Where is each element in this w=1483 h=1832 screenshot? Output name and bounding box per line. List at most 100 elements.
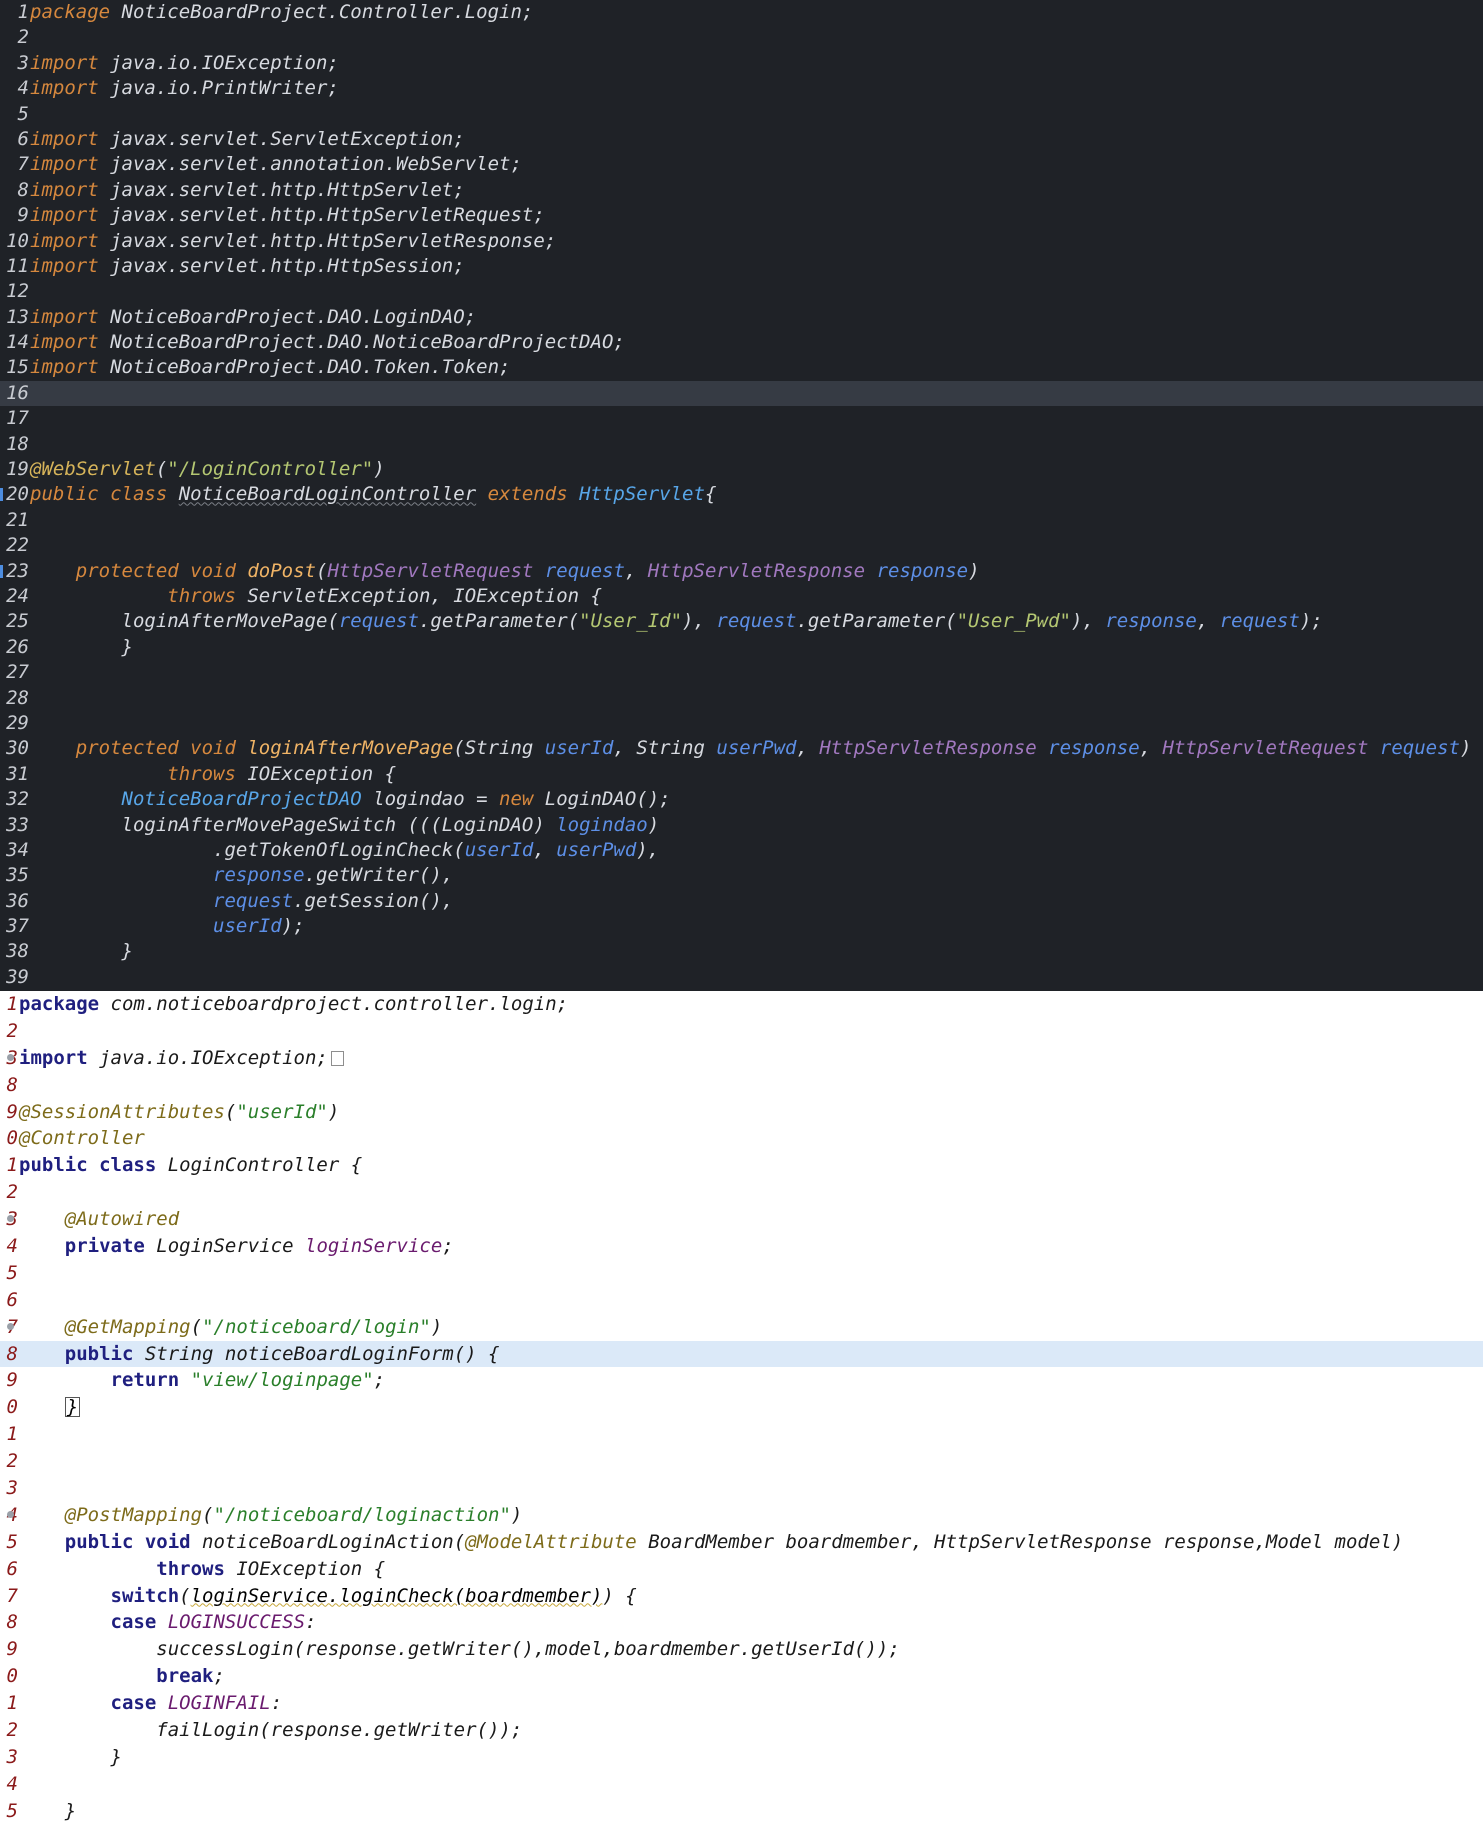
code-line[interactable]: 7import javax.servlet.annotation.WebServ…	[0, 152, 1483, 177]
code-text[interactable]: protected void doPost(HttpServletRequest…	[29, 559, 980, 584]
code-line[interactable]: 2 failLogin(response.getWriter());	[0, 1717, 1483, 1744]
code-text[interactable]: import java.io.PrintWriter;	[29, 76, 339, 101]
code-text[interactable]: switch(loginService.loginCheck(boardmemb…	[18, 1583, 637, 1610]
fold-marker-icon[interactable]	[7, 1322, 14, 1330]
code-line[interactable]: 5	[0, 102, 1483, 127]
code-text[interactable]: import javax.servlet.http.HttpServletRes…	[29, 229, 556, 254]
code-line[interactable]: 1public class LoginController {	[0, 1152, 1483, 1179]
code-text[interactable]: public String noticeBoardLoginForm() {	[18, 1341, 500, 1368]
code-text[interactable]: import NoticeBoardProject.DAO.LoginDAO;	[29, 305, 476, 330]
code-line[interactable]: 3 }	[0, 1744, 1483, 1771]
code-text[interactable]: import NoticeBoardProject.DAO.Token.Toke…	[29, 355, 510, 380]
code-text[interactable]: import javax.servlet.http.HttpSession;	[29, 254, 465, 279]
code-line[interactable]: 7 @GetMapping("/noticeboard/login")	[0, 1314, 1483, 1341]
code-text[interactable]: loginAfterMovePage(request.getParameter(…	[29, 609, 1323, 634]
code-line[interactable]: 5 public void noticeBoardLoginAction(@Mo…	[0, 1529, 1483, 1556]
code-text[interactable]: @PostMapping("/noticeboard/loginaction")	[18, 1502, 523, 1529]
code-text[interactable]: return "view/loginpage";	[18, 1367, 386, 1394]
code-text[interactable]: throws IOException {	[29, 762, 396, 787]
code-line[interactable]: 0 break;	[0, 1663, 1483, 1690]
code-text[interactable]: public class NoticeBoardLoginController …	[29, 482, 716, 507]
code-line[interactable]: 24 throws ServletException, IOException …	[0, 584, 1483, 609]
code-text[interactable]: package com.noticeboardproject.controlle…	[18, 991, 568, 1018]
code-line[interactable]: 22	[0, 533, 1483, 558]
code-line[interactable]: 28	[0, 686, 1483, 711]
code-line[interactable]: 2	[0, 1448, 1483, 1475]
code-line[interactable]: 9import javax.servlet.http.HttpServletRe…	[0, 203, 1483, 228]
code-line[interactable]: 29	[0, 711, 1483, 736]
code-line[interactable]: 20public class NoticeBoardLoginControlle…	[0, 482, 1483, 507]
code-line[interactable]: 34 .getTokenOfLoginCheck(userId, userPwd…	[0, 838, 1483, 863]
code-line[interactable]: 4import java.io.PrintWriter;	[0, 76, 1483, 101]
code-text[interactable]: }	[18, 1744, 122, 1771]
code-text[interactable]: failLogin(response.getWriter());	[18, 1717, 522, 1744]
code-line[interactable]: 3	[0, 1475, 1483, 1502]
code-line[interactable]: 37 userId);	[0, 914, 1483, 939]
code-line[interactable]: 7 switch(loginService.loginCheck(boardme…	[0, 1583, 1483, 1610]
code-text[interactable]: @SessionAttributes("userId")	[18, 1099, 339, 1126]
code-line[interactable]: 0@Controller	[0, 1125, 1483, 1152]
code-text[interactable]: response.getWriter(),	[29, 863, 453, 888]
code-line[interactable]: 2	[0, 25, 1483, 50]
code-line[interactable]: 6 throws IOException {	[0, 1556, 1483, 1583]
code-line[interactable]: 9 return "view/loginpage";	[0, 1367, 1483, 1394]
code-text[interactable]: package NoticeBoardProject.Controller.Lo…	[29, 0, 533, 25]
code-line[interactable]: 14import NoticeBoardProject.DAO.NoticeBo…	[0, 330, 1483, 355]
code-line[interactable]: 1package com.noticeboardproject.controll…	[0, 991, 1483, 1018]
code-line[interactable]: 27	[0, 660, 1483, 685]
code-text[interactable]: @GetMapping("/noticeboard/login")	[18, 1314, 443, 1341]
code-text[interactable]: }	[29, 635, 133, 660]
override-marker-icon[interactable]	[0, 488, 3, 502]
code-line[interactable]: 19@WebServlet("/LoginController")	[0, 457, 1483, 482]
code-line[interactable]: 8 case LOGINSUCCESS:	[0, 1609, 1483, 1636]
code-text[interactable]: }	[18, 1798, 76, 1825]
code-text[interactable]: successLogin(response.getWriter(),model,…	[18, 1636, 900, 1663]
code-line[interactable]: 4 private LoginService loginService;	[0, 1233, 1483, 1260]
code-text[interactable]: break;	[18, 1663, 225, 1690]
code-line[interactable]: 9@SessionAttributes("userId")	[0, 1099, 1483, 1126]
code-line[interactable]: 6import javax.servlet.ServletException;	[0, 127, 1483, 152]
code-text[interactable]: import javax.servlet.http.HttpServlet;	[29, 178, 465, 203]
code-text[interactable]: import java.io.IOException;	[18, 1045, 344, 1072]
code-line[interactable]: 5 }	[0, 1798, 1483, 1825]
code-line[interactable]: 4	[0, 1771, 1483, 1798]
code-text[interactable]: userId);	[29, 914, 305, 939]
code-line[interactable]: 35 response.getWriter(),	[0, 863, 1483, 888]
code-line[interactable]: 18	[0, 432, 1483, 457]
code-line[interactable]: 26 }	[0, 635, 1483, 660]
code-text[interactable]: import javax.servlet.ServletException;	[29, 127, 465, 152]
code-line[interactable]: 38 }	[0, 939, 1483, 964]
code-line[interactable]: 13import NoticeBoardProject.DAO.LoginDAO…	[0, 305, 1483, 330]
code-line[interactable]: 4 @PostMapping("/noticeboard/loginaction…	[0, 1502, 1483, 1529]
code-line[interactable]: 1package NoticeBoardProject.Controller.L…	[0, 0, 1483, 25]
code-line[interactable]: 11import javax.servlet.http.HttpSession;	[0, 254, 1483, 279]
code-line[interactable]: 2	[0, 1179, 1483, 1206]
code-line[interactable]: 8	[0, 1072, 1483, 1099]
code-line[interactable]: 8 public String noticeBoardLoginForm() {	[0, 1340, 1483, 1368]
code-text[interactable]: .getTokenOfLoginCheck(userId, userPwd),	[29, 838, 659, 863]
code-text[interactable]: public void noticeBoardLoginAction(@Mode…	[18, 1529, 1403, 1556]
code-text[interactable]: case LOGINSUCCESS:	[18, 1609, 317, 1636]
code-line[interactable]: 0 }	[0, 1394, 1483, 1421]
code-line[interactable]: 23 protected void doPost(HttpServletRequ…	[0, 559, 1483, 584]
code-line[interactable]: 39	[0, 965, 1483, 990]
code-line[interactable]: 10import javax.servlet.http.HttpServletR…	[0, 229, 1483, 254]
code-line[interactable]: 2	[0, 1018, 1483, 1045]
code-text[interactable]: loginAfterMovePageSwitch (((LoginDAO) lo…	[29, 813, 660, 838]
code-line[interactable]: 8import javax.servlet.http.HttpServlet;	[0, 178, 1483, 203]
code-line[interactable]: 6	[0, 1287, 1483, 1314]
code-text[interactable]: import javax.servlet.http.HttpServletReq…	[29, 203, 545, 228]
code-line[interactable]: 1	[0, 1421, 1483, 1448]
code-line[interactable]: 1 case LOGINFAIL:	[0, 1690, 1483, 1717]
code-text[interactable]: @WebServlet("/LoginController")	[29, 457, 385, 482]
code-line[interactable]: 36 request.getSession(),	[0, 889, 1483, 914]
code-text[interactable]: case LOGINFAIL:	[18, 1690, 283, 1717]
fold-marker-icon[interactable]	[7, 1510, 14, 1518]
code-line[interactable]: 33 loginAfterMovePageSwitch (((LoginDAO)…	[0, 813, 1483, 838]
code-text[interactable]: private LoginService loginService;	[18, 1233, 454, 1260]
code-line[interactable]: 9 successLogin(response.getWriter(),mode…	[0, 1636, 1483, 1663]
code-text[interactable]: throws IOException {	[18, 1556, 385, 1583]
code-text[interactable]: request.getSession(),	[29, 889, 453, 914]
code-line[interactable]: 3import java.io.IOException;	[0, 51, 1483, 76]
dark-code-editor[interactable]: 1package NoticeBoardProject.Controller.L…	[0, 0, 1483, 991]
